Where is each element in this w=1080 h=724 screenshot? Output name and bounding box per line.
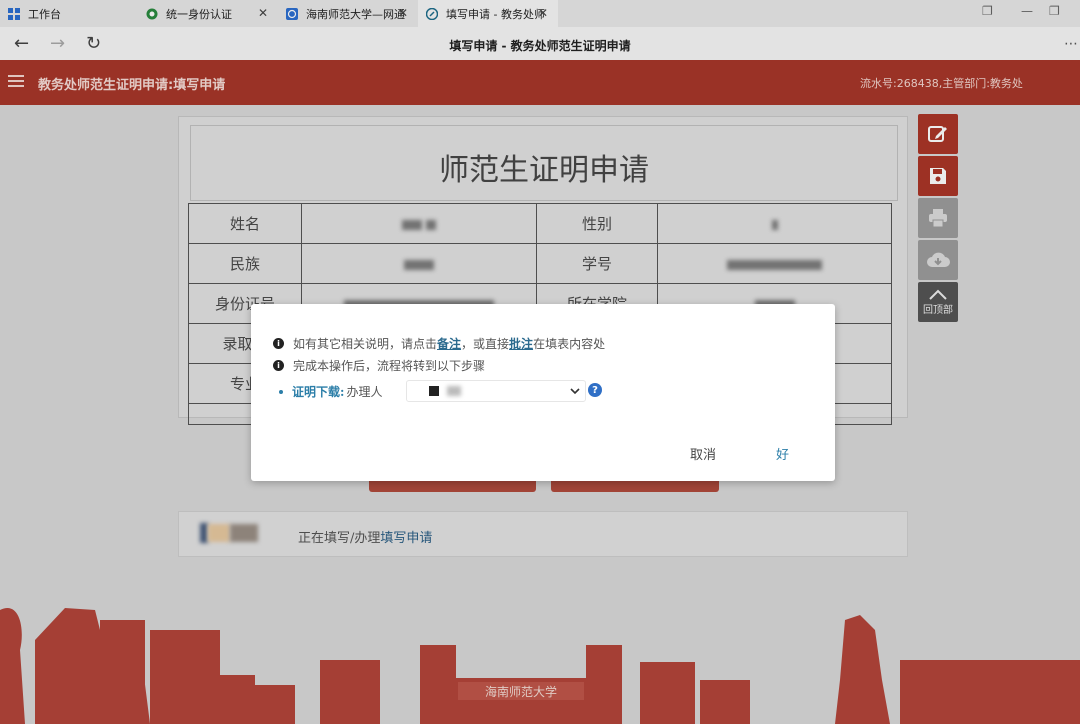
bullet-icon: [279, 389, 283, 394]
info-icon: i: [273, 360, 284, 371]
dialog-step-row: 证明下载: 办理人: [273, 383, 382, 400]
handler-label: 办理人: [346, 385, 383, 399]
info-icon: i: [273, 338, 284, 349]
handler-select[interactable]: [406, 380, 586, 402]
ok-button[interactable]: 好: [776, 444, 789, 463]
step-name: 证明下载:: [292, 385, 345, 399]
chevron-down-icon: [570, 388, 580, 395]
annotate-link[interactable]: 批注: [509, 335, 533, 352]
remark-link[interactable]: 备注: [437, 335, 461, 352]
cancel-button[interactable]: 取消: [690, 444, 716, 463]
dialog-line-next-step: i 完成本操作后，流程将转到以下步骤: [273, 357, 485, 374]
dialog-line-note: i 如有其它相关说明，请点击 备注 ，或直接 批注 在填表内容处: [273, 335, 605, 352]
selected-value-redacted: [429, 386, 439, 396]
help-icon[interactable]: ?: [588, 383, 602, 397]
